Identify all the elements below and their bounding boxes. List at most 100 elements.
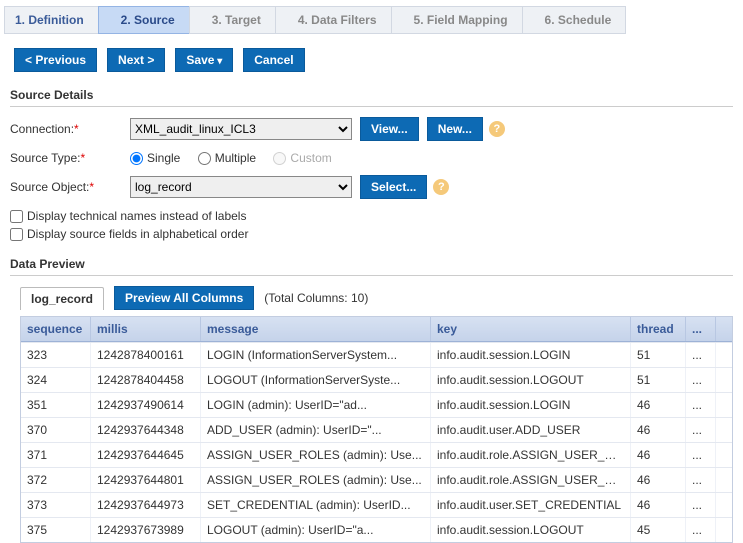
technical-names-label: Display technical names instead of label…	[27, 209, 246, 223]
cell-millis: 1242937644973	[91, 493, 201, 517]
cell-key: info.audit.role.ASSIGN_USER_RO...	[431, 443, 631, 467]
wizard-step[interactable]: 5. Field Mapping	[391, 6, 523, 34]
cell-key: info.audit.session.LOGIN	[431, 343, 631, 367]
cell-sequence: 373	[21, 493, 91, 517]
cell-message: ASSIGN_USER_ROLES (admin): Use...	[201, 468, 431, 492]
wizard-step[interactable]: 1. Definition	[4, 6, 99, 34]
select-button[interactable]: Select...	[360, 175, 427, 199]
help-icon[interactable]: ?	[489, 121, 505, 137]
cell-sequence: 375	[21, 518, 91, 542]
column-header[interactable]: message	[201, 317, 431, 341]
new-button[interactable]: New...	[427, 117, 483, 141]
tab-preview-all[interactable]: Preview All Columns	[114, 286, 254, 310]
next-button[interactable]: Next >	[107, 48, 165, 72]
wizard-step[interactable]: 4. Data Filters	[275, 6, 392, 34]
connection-select[interactable]: XML_audit_linux_ICL3	[130, 118, 352, 140]
cell-message: LOGIN (InformationServerSystem...	[201, 343, 431, 367]
source-type-single[interactable]: Single	[130, 151, 180, 165]
connection-label: Connection:*	[10, 122, 130, 136]
cell-message: LOGOUT (InformationServerSyste...	[201, 368, 431, 392]
wizard-step[interactable]: 3. Target	[189, 6, 276, 34]
tab-log-record[interactable]: log_record	[20, 287, 104, 310]
cell-more: ...	[686, 493, 716, 517]
data-grid: sequencemillismessagekeythread... 323124…	[20, 316, 733, 543]
cell-key: info.audit.session.LOGOUT	[431, 518, 631, 542]
cell-millis: 1242878404458	[91, 368, 201, 392]
source-type-custom: Custom	[273, 151, 331, 165]
source-type-multiple[interactable]: Multiple	[198, 151, 256, 165]
cell-thread: 46	[631, 418, 686, 442]
cell-key: info.audit.session.LOGOUT	[431, 368, 631, 392]
cell-sequence: 323	[21, 343, 91, 367]
cell-key: info.audit.user.SET_CREDENTIAL	[431, 493, 631, 517]
source-type-group: Single Multiple Custom	[130, 151, 346, 165]
column-header[interactable]: sequence	[21, 317, 91, 341]
cell-key: info.audit.user.ADD_USER	[431, 418, 631, 442]
cell-more: ...	[686, 393, 716, 417]
grid-header: sequencemillismessagekeythread...	[21, 317, 732, 342]
column-header[interactable]: ...	[686, 317, 716, 341]
cell-sequence: 324	[21, 368, 91, 392]
cell-thread: 46	[631, 443, 686, 467]
save-button[interactable]: Save	[175, 48, 233, 72]
data-preview-title: Data Preview	[10, 257, 733, 276]
alphabetical-order-checkbox[interactable]	[10, 228, 23, 241]
cell-millis: 1242878400161	[91, 343, 201, 367]
action-bar: < Previous Next > Save Cancel	[14, 48, 743, 72]
source-details-section: Source Details Connection:* XML_audit_li…	[10, 88, 733, 199]
cell-millis: 1242937644348	[91, 418, 201, 442]
cell-millis: 1242937644645	[91, 443, 201, 467]
wizard-step[interactable]: 6. Schedule	[522, 6, 627, 34]
table-row[interactable]: 3751242937673989LOGOUT (admin): UserID="…	[21, 517, 732, 542]
cell-thread: 45	[631, 518, 686, 542]
cell-more: ...	[686, 468, 716, 492]
column-header[interactable]: key	[431, 317, 631, 341]
source-details-title: Source Details	[10, 88, 733, 107]
view-button[interactable]: View...	[360, 117, 419, 141]
table-row[interactable]: 3511242937490614LOGIN (admin): UserID="a…	[21, 392, 732, 417]
column-header[interactable]: millis	[91, 317, 201, 341]
cell-more: ...	[686, 343, 716, 367]
total-columns-label: (Total Columns: 10)	[264, 291, 368, 305]
cell-thread: 51	[631, 368, 686, 392]
source-object-select[interactable]: log_record	[130, 176, 352, 198]
cell-sequence: 370	[21, 418, 91, 442]
previous-button[interactable]: < Previous	[14, 48, 97, 72]
cell-millis: 1242937490614	[91, 393, 201, 417]
cell-more: ...	[686, 368, 716, 392]
table-row[interactable]: 3731242937644973SET_CREDENTIAL (admin): …	[21, 492, 732, 517]
alphabetical-order-label: Display source fields in alphabetical or…	[27, 227, 248, 241]
wizard-steps: 1. Definition2. Source3. Target4. Data F…	[4, 6, 743, 34]
cell-message: LOGIN (admin): UserID="ad...	[201, 393, 431, 417]
cell-millis: 1242937644801	[91, 468, 201, 492]
technical-names-checkbox[interactable]	[10, 210, 23, 223]
cell-millis: 1242937673989	[91, 518, 201, 542]
cell-message: SET_CREDENTIAL (admin): UserID...	[201, 493, 431, 517]
cell-message: LOGOUT (admin): UserID="a...	[201, 518, 431, 542]
cell-thread: 46	[631, 468, 686, 492]
table-row[interactable]: 3721242937644801ASSIGN_USER_ROLES (admin…	[21, 467, 732, 492]
cancel-button[interactable]: Cancel	[243, 48, 304, 72]
cell-sequence: 371	[21, 443, 91, 467]
cell-thread: 46	[631, 493, 686, 517]
cell-key: info.audit.role.ASSIGN_USER_RO...	[431, 468, 631, 492]
cell-more: ...	[686, 418, 716, 442]
wizard-step[interactable]: 2. Source	[98, 6, 190, 34]
cell-message: ADD_USER (admin): UserID="...	[201, 418, 431, 442]
cell-message: ASSIGN_USER_ROLES (admin): Use...	[201, 443, 431, 467]
source-object-label: Source Object:*	[10, 180, 130, 194]
table-row[interactable]: 3241242878404458LOGOUT (InformationServe…	[21, 367, 732, 392]
table-row[interactable]: 3231242878400161LOGIN (InformationServer…	[21, 342, 732, 367]
table-row[interactable]: 3711242937644645ASSIGN_USER_ROLES (admin…	[21, 442, 732, 467]
help-icon[interactable]: ?	[433, 179, 449, 195]
cell-sequence: 351	[21, 393, 91, 417]
cell-sequence: 372	[21, 468, 91, 492]
column-header[interactable]: thread	[631, 317, 686, 341]
cell-more: ...	[686, 518, 716, 542]
cell-key: info.audit.session.LOGIN	[431, 393, 631, 417]
data-preview-section: Data Preview log_record Preview All Colu…	[10, 257, 733, 543]
cell-thread: 46	[631, 393, 686, 417]
cell-more: ...	[686, 443, 716, 467]
table-row[interactable]: 3701242937644348ADD_USER (admin): UserID…	[21, 417, 732, 442]
cell-thread: 51	[631, 343, 686, 367]
